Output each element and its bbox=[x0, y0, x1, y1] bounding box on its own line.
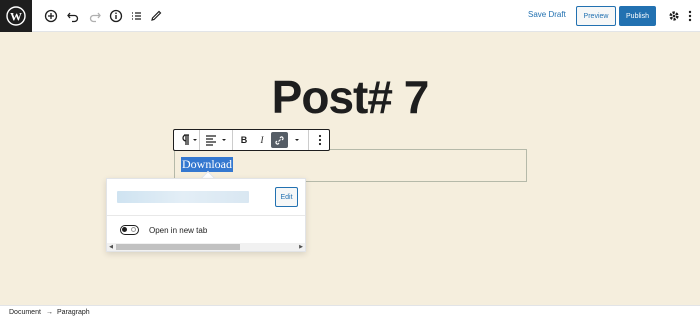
open-new-tab-label: Open in new tab bbox=[149, 226, 208, 235]
list-view-icon[interactable] bbox=[126, 6, 146, 26]
preview-button[interactable]: Preview bbox=[576, 6, 616, 26]
post-title[interactable]: Post# 7 bbox=[0, 70, 700, 124]
scroll-left-arrow-icon[interactable]: ◀ bbox=[107, 243, 115, 251]
more-options-icon[interactable] bbox=[684, 6, 696, 26]
block-options-icon[interactable] bbox=[312, 132, 328, 148]
toggle-off-indicator bbox=[131, 227, 136, 232]
settings-gear-icon[interactable] bbox=[664, 6, 684, 26]
paragraph-link-text[interactable]: Download bbox=[181, 157, 233, 172]
scrollbar-thumb[interactable] bbox=[116, 244, 240, 250]
svg-text:W: W bbox=[10, 10, 22, 24]
add-block-icon[interactable] bbox=[41, 6, 61, 26]
redo-icon[interactable] bbox=[85, 6, 105, 26]
edit-tools-icon[interactable] bbox=[146, 6, 166, 26]
scroll-right-arrow-icon[interactable]: ▶ bbox=[297, 243, 305, 251]
link-icon[interactable] bbox=[271, 132, 288, 148]
link-popover: Edit Open in new tab ◀ ▶ bbox=[106, 178, 306, 252]
more-rich-text-icon[interactable] bbox=[290, 132, 304, 148]
breadcrumb-separator: → bbox=[46, 309, 53, 316]
paragraph-icon[interactable] bbox=[178, 132, 198, 148]
popover-divider bbox=[107, 215, 305, 216]
publish-button[interactable]: Publish bbox=[619, 6, 656, 26]
editor-header: W Save Draft Preview Publish bbox=[0, 0, 700, 32]
save-draft-button[interactable]: Save Draft bbox=[528, 10, 566, 19]
link-url-preview[interactable] bbox=[117, 191, 249, 203]
breadcrumb-document[interactable]: Document bbox=[9, 309, 41, 316]
align-icon[interactable] bbox=[203, 132, 229, 148]
block-toolbar: B I bbox=[173, 129, 330, 151]
toggle-knob bbox=[122, 227, 127, 232]
info-icon[interactable] bbox=[106, 6, 126, 26]
breadcrumb-paragraph[interactable]: Paragraph bbox=[57, 309, 90, 316]
open-new-tab-toggle[interactable] bbox=[120, 225, 139, 235]
edit-link-button[interactable]: Edit bbox=[275, 187, 298, 207]
undo-icon[interactable] bbox=[63, 6, 83, 26]
block-breadcrumb: Document → Paragraph bbox=[0, 305, 700, 319]
italic-button[interactable]: I bbox=[254, 132, 270, 148]
wordpress-logo-icon[interactable]: W bbox=[0, 0, 32, 32]
horizontal-scrollbar[interactable]: ◀ ▶ bbox=[107, 243, 305, 251]
bold-button[interactable]: B bbox=[236, 132, 252, 148]
